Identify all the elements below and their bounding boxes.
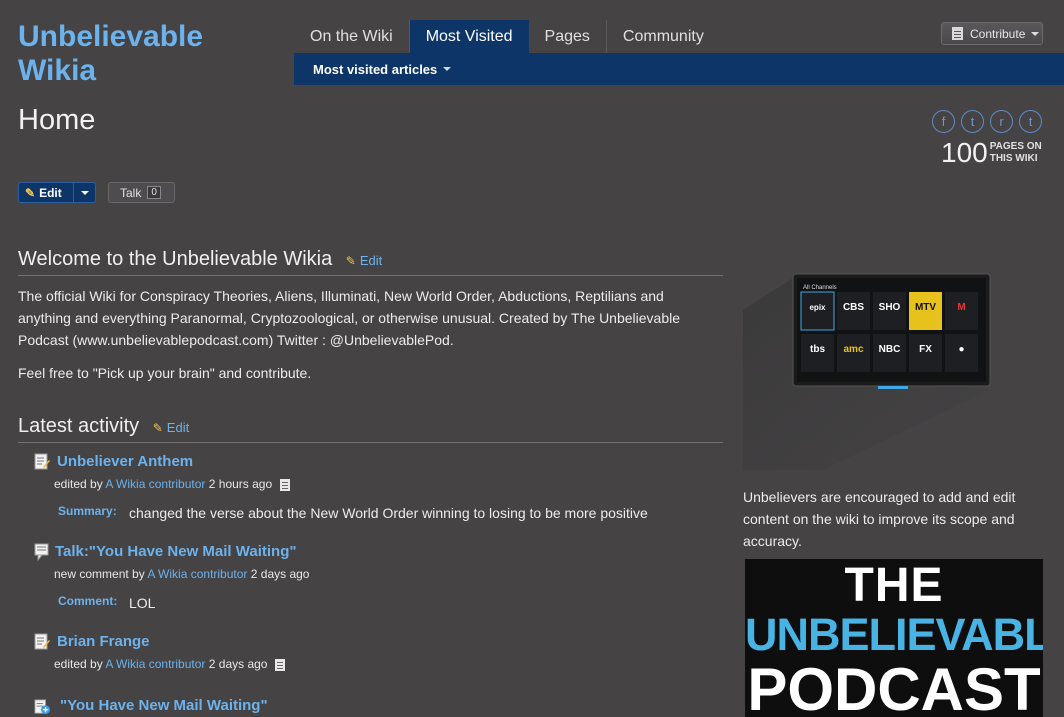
- activity-summary-text: changed the verse about the New World Or…: [129, 505, 648, 521]
- channel-label: NBC: [879, 344, 901, 355]
- activity-comment-label: Comment:: [58, 594, 118, 608]
- activity-action: new comment by: [54, 567, 145, 581]
- channel-label: MTV: [915, 302, 936, 313]
- pencil-icon: ✎: [345, 254, 356, 268]
- chevron-down-icon: [443, 67, 452, 71]
- channel-label: ●: [958, 344, 964, 355]
- facebook-icon[interactable]: f: [932, 110, 955, 133]
- activity-user-link[interactable]: A Wikia contributor: [105, 657, 205, 671]
- tab-most-visited[interactable]: Most Visited: [409, 20, 529, 53]
- subnav-most-visited-articles[interactable]: Most visited articles: [294, 53, 1064, 85]
- document-icon: [952, 27, 963, 40]
- activity-user-link[interactable]: A Wikia contributor: [147, 567, 247, 581]
- new-page-icon: [34, 699, 50, 715]
- sidebar-text: Unbelievers are encouraged to add and ed…: [743, 489, 1016, 549]
- edit-dropdown[interactable]: [74, 183, 95, 202]
- latest-activity-heading-text: Latest activity: [18, 415, 140, 437]
- activity-meta: new comment by A Wikia contributor 2 day…: [54, 567, 309, 581]
- welcome-heading-text: Welcome to the Unbelievable Wikia: [18, 248, 333, 270]
- channel-label: SHO: [879, 302, 901, 313]
- talk-count-badge: 0: [147, 186, 161, 199]
- channel-row-2: tbs amc NBC FX ●: [801, 334, 978, 372]
- talk-button[interactable]: Talk 0: [108, 182, 175, 203]
- podcast-logo: THE UNBELIEVABLE PODCAST: [745, 559, 1043, 717]
- contribute-button[interactable]: Contribute: [941, 22, 1043, 45]
- welcome-heading: Welcome to the Unbelievable Wikia ✎ Edit: [18, 248, 723, 276]
- diff-icon[interactable]: [274, 658, 285, 671]
- activity-meta: edited by A Wikia contributor 2 days ago: [54, 657, 285, 671]
- page-count-number: 100: [941, 137, 988, 168]
- subnav-label: Most visited articles: [313, 61, 438, 77]
- latest-activity-heading: Latest activity ✎ Edit: [18, 415, 723, 443]
- activity-user-link[interactable]: A Wikia contributor: [105, 477, 205, 491]
- edit-page-icon: [34, 453, 50, 470]
- comment-icon: [34, 543, 49, 561]
- welcome-edit-label: Edit: [359, 253, 383, 268]
- diff-icon[interactable]: [279, 478, 290, 491]
- activity-time: 2 days ago: [250, 567, 310, 581]
- tv-header: All Channels: [803, 285, 837, 291]
- reddit-icon[interactable]: r: [990, 110, 1013, 133]
- page-count-label: PAGES ON THIS WIKI: [990, 141, 1042, 165]
- channel-label: FX: [919, 344, 932, 355]
- activity-time: 2 days ago: [208, 657, 268, 671]
- activity-title-talk-mail[interactable]: Talk:"You Have New Mail Waiting": [55, 543, 296, 560]
- welcome-edit-link[interactable]: ✎ Edit: [346, 253, 382, 268]
- activity-comment-text: LOL: [129, 595, 156, 611]
- activity-edit-link[interactable]: ✎ Edit: [153, 420, 189, 435]
- channel-label: tbs: [810, 344, 825, 355]
- twitter-icon[interactable]: t: [961, 110, 984, 133]
- channel-label: M: [957, 302, 965, 313]
- share-buttons: f t r t: [932, 110, 1042, 133]
- pencil-icon: ✎: [25, 185, 36, 200]
- page-count: 100 PAGES ON THIS WIKI: [941, 137, 1042, 169]
- talk-label: Talk: [120, 185, 142, 200]
- podcast-line-3: PODCAST: [747, 656, 1041, 717]
- chevron-down-icon: [1031, 31, 1040, 36]
- tab-community[interactable]: Community: [607, 20, 720, 53]
- tab-on-the-wiki[interactable]: On the Wiki: [294, 20, 410, 53]
- activity-title-unbeliever-anthem[interactable]: Unbeliever Anthem: [57, 453, 193, 470]
- edit-button-main[interactable]: ✎ Edit: [19, 183, 74, 202]
- page-title: Home: [18, 104, 96, 136]
- main-nav: On the Wiki Most Visited Pages Community: [294, 20, 720, 53]
- channel-label: amc: [843, 344, 863, 355]
- activity-action: edited by: [54, 657, 103, 671]
- welcome-paragraph: The official Wiki for Conspiracy Theorie…: [18, 288, 681, 348]
- podcast-line-1: THE: [844, 559, 944, 612]
- channel-row-1: epix CBS SHO MTV M: [800, 291, 978, 331]
- activity-summary-label: Summary:: [58, 504, 117, 518]
- contribute-label: Contribute: [970, 26, 1026, 41]
- pencil-icon: ✎: [152, 421, 163, 435]
- channel-label: CBS: [843, 302, 864, 313]
- chevron-down-icon: [80, 190, 89, 195]
- welcome-paragraph-2: Feel free to "Pick up your brain" and co…: [18, 365, 312, 381]
- page-count-label-line2: THIS WIKI: [989, 153, 1038, 164]
- edit-label: Edit: [39, 185, 62, 200]
- tumblr-icon[interactable]: t: [1019, 110, 1042, 133]
- activity-title-new-mail[interactable]: "You Have New Mail Waiting": [60, 697, 268, 714]
- activity-time: 2 hours ago: [208, 477, 273, 491]
- activity-action: edited by: [54, 477, 103, 491]
- podcast-line-2: UNBELIEVABLE: [745, 609, 1043, 660]
- activity-edit-label: Edit: [166, 420, 190, 435]
- activity-meta: edited by A Wikia contributor 2 hours ag…: [54, 477, 290, 491]
- tab-pages[interactable]: Pages: [529, 20, 607, 53]
- edit-page-icon: [34, 633, 50, 650]
- wiki-title[interactable]: Unbelievable Wikia: [18, 20, 278, 88]
- tv-channels-image: All Channels epix CBS SHO MTV M tbs amc NBC FX ●: [743, 273, 991, 470]
- page-count-label-line1: PAGES ON: [989, 141, 1042, 152]
- activity-title-brian-frange[interactable]: Brian Frange: [57, 633, 150, 650]
- edit-button[interactable]: ✎ Edit: [18, 182, 96, 203]
- channel-label: epix: [809, 303, 826, 312]
